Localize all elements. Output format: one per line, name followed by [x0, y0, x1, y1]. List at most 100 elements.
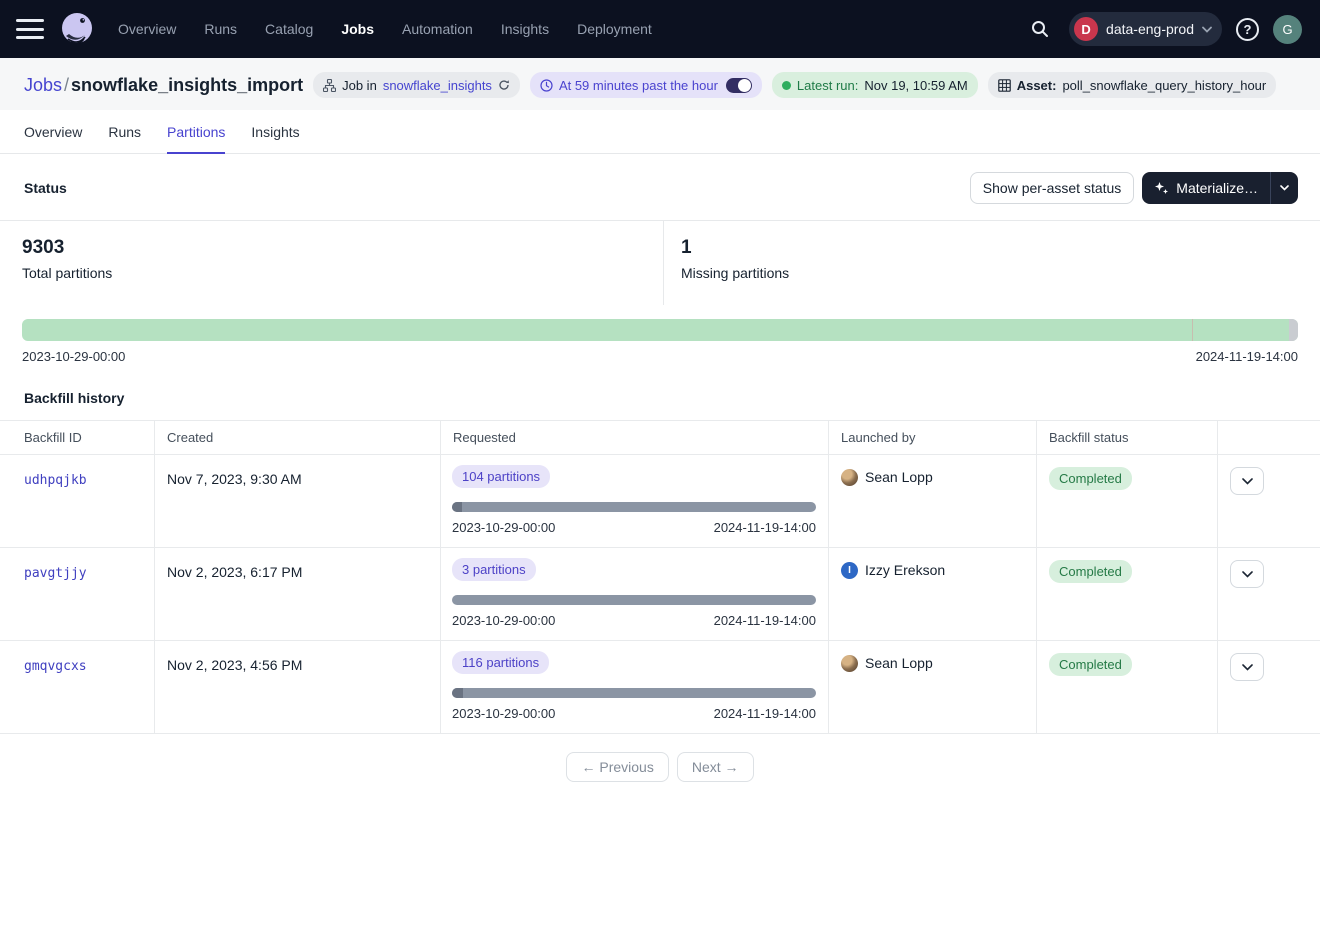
backfill-range-bar: [452, 595, 816, 605]
status-actions: Show per-asset status Materialize…: [970, 172, 1298, 204]
run-success-dot: [782, 81, 791, 90]
range-bar-segment: [452, 502, 462, 512]
asset-label: Asset:: [1017, 78, 1057, 93]
requested-cell: 3 partitions 2023-10-29-00:00 2024-11-19…: [441, 548, 829, 640]
range-end: 2024-11-19-14:00: [714, 613, 816, 628]
latest-run-badge: Latest run: Nov 19, 10:59 AM: [772, 72, 978, 98]
backfill-id-link[interactable]: udhpqjkb: [24, 473, 87, 488]
partition-range-end: 2024-11-19-14:00: [1196, 349, 1298, 364]
avatar: [841, 469, 858, 486]
latest-run-time[interactable]: Nov 19, 10:59 AM: [864, 78, 967, 93]
menu-icon[interactable]: [16, 19, 44, 39]
row-menu-button[interactable]: [1230, 560, 1264, 588]
status-badge: Completed: [1049, 653, 1132, 676]
created-value: Nov 7, 2023, 9:30 AM: [155, 455, 441, 547]
job-repo-badge: Job in snowflake_insights: [313, 72, 520, 98]
col-launched-by: Launched by: [829, 421, 1037, 454]
requested-partitions-badge[interactable]: 116 partitions: [452, 651, 549, 674]
materialize-button-group: Materialize…: [1142, 172, 1298, 204]
page-header: Jobs/snowflake_insights_import Job in sn…: [0, 58, 1320, 110]
tab-partitions[interactable]: Partitions: [167, 110, 225, 154]
dagster-logo-icon[interactable]: [58, 10, 96, 48]
range-bar-segment: [452, 688, 463, 698]
materialize-caret-button[interactable]: [1271, 172, 1298, 204]
col-backfill-id: Backfill ID: [0, 421, 155, 454]
nav-deployment[interactable]: Deployment: [577, 21, 652, 37]
search-icon[interactable]: [1025, 14, 1055, 44]
status-badge: Completed: [1049, 467, 1132, 490]
range-end: 2024-11-19-14:00: [714, 706, 816, 721]
avatar: [841, 655, 858, 672]
schedule-badge: At 59 minutes past the hour: [530, 72, 762, 98]
nav-runs[interactable]: Runs: [204, 21, 237, 37]
previous-page-button[interactable]: ← Previous: [566, 752, 668, 782]
user-avatar[interactable]: G: [1273, 15, 1302, 44]
backfill-id-link[interactable]: gmqvgcxs: [24, 659, 87, 674]
launched-by-cell: Sean Lopp: [829, 641, 1037, 733]
missing-partitions-stat: 1 Missing partitions: [663, 221, 1320, 305]
requested-partitions-badge[interactable]: 104 partitions: [452, 465, 550, 488]
materialize-label: Materialize…: [1176, 180, 1258, 196]
schedule-toggle[interactable]: [726, 78, 752, 93]
chevron-down-icon: [1242, 478, 1253, 485]
col-created: Created: [155, 421, 441, 454]
nav-insights[interactable]: Insights: [501, 21, 549, 37]
created-value: Nov 2, 2023, 6:17 PM: [155, 548, 441, 640]
nav-automation[interactable]: Automation: [402, 21, 473, 37]
partition-range-start: 2023-10-29-00:00: [22, 349, 125, 364]
nav-jobs[interactable]: Jobs: [341, 21, 374, 37]
asset-name-link[interactable]: poll_snowflake_query_history_hour: [1062, 78, 1266, 93]
breadcrumb-jobs-link[interactable]: Jobs: [24, 75, 62, 95]
help-icon[interactable]: ?: [1236, 18, 1259, 41]
next-page-button[interactable]: Next →: [677, 752, 754, 782]
table-row: pavgtjjy Nov 2, 2023, 6:17 PM 3 partitio…: [0, 548, 1320, 641]
reload-icon[interactable]: [498, 79, 510, 91]
status-badge: Completed: [1049, 560, 1132, 583]
primary-nav: Overview Runs Catalog Jobs Automation In…: [118, 21, 652, 37]
job-tabs: Overview Runs Partitions Insights: [0, 110, 1320, 154]
col-backfill-status: Backfill status: [1037, 421, 1218, 454]
show-per-asset-status-button[interactable]: Show per-asset status: [970, 172, 1135, 204]
partition-stats: 9303 Total partitions 1 Missing partitio…: [0, 220, 1320, 305]
row-menu-button[interactable]: [1230, 467, 1264, 495]
missing-partitions-label: Missing partitions: [681, 265, 1320, 281]
backfill-id-link[interactable]: pavgtjjy: [24, 566, 87, 581]
partition-status-bar[interactable]: [22, 319, 1298, 341]
asset-grid-icon: [998, 79, 1011, 92]
deployment-switcher[interactable]: D data-eng-prod: [1069, 12, 1222, 46]
partition-bar-divider: [1192, 319, 1193, 341]
range-start: 2023-10-29-00:00: [452, 706, 555, 721]
col-requested: Requested: [441, 421, 829, 454]
nav-catalog[interactable]: Catalog: [265, 21, 313, 37]
job-in-label: Job in: [342, 78, 377, 93]
range-end: 2024-11-19-14:00: [714, 520, 816, 535]
backfill-history-heading: Backfill history: [0, 364, 1320, 420]
total-partitions-stat: 9303 Total partitions: [0, 221, 663, 305]
status-heading: Status: [24, 180, 67, 196]
pagination: ← Previous Next →: [0, 752, 1320, 782]
tab-insights[interactable]: Insights: [251, 110, 299, 154]
launched-by-name: Sean Lopp: [865, 469, 933, 485]
row-menu-button[interactable]: [1230, 653, 1264, 681]
nav-overview[interactable]: Overview: [118, 21, 176, 37]
tab-runs[interactable]: Runs: [108, 110, 141, 154]
materialize-button[interactable]: Materialize…: [1142, 172, 1270, 204]
repo-link[interactable]: snowflake_insights: [383, 78, 492, 93]
col-actions: [1218, 421, 1320, 454]
requested-partitions-badge[interactable]: 3 partitions: [452, 558, 536, 581]
missing-partition-segment: [1289, 319, 1298, 341]
clock-icon: [540, 79, 553, 92]
chevron-down-icon: [1242, 571, 1253, 578]
missing-partitions-value: 1: [681, 237, 1320, 259]
navbar-right: D data-eng-prod ? G: [1025, 12, 1302, 46]
launched-by-name: Sean Lopp: [865, 655, 933, 671]
schedule-label: At 59 minutes past the hour: [559, 78, 718, 93]
deployment-name: data-eng-prod: [1106, 21, 1194, 37]
range-start: 2023-10-29-00:00: [452, 520, 555, 535]
backfill-range-bar: [452, 502, 816, 512]
chevron-down-icon: [1242, 664, 1253, 671]
asset-badge: Asset: poll_snowflake_query_history_hour: [988, 72, 1277, 98]
table-row: gmqvgcxs Nov 2, 2023, 4:56 PM 116 partit…: [0, 641, 1320, 734]
tab-overview[interactable]: Overview: [24, 110, 82, 154]
job-graph-icon: [323, 79, 336, 92]
